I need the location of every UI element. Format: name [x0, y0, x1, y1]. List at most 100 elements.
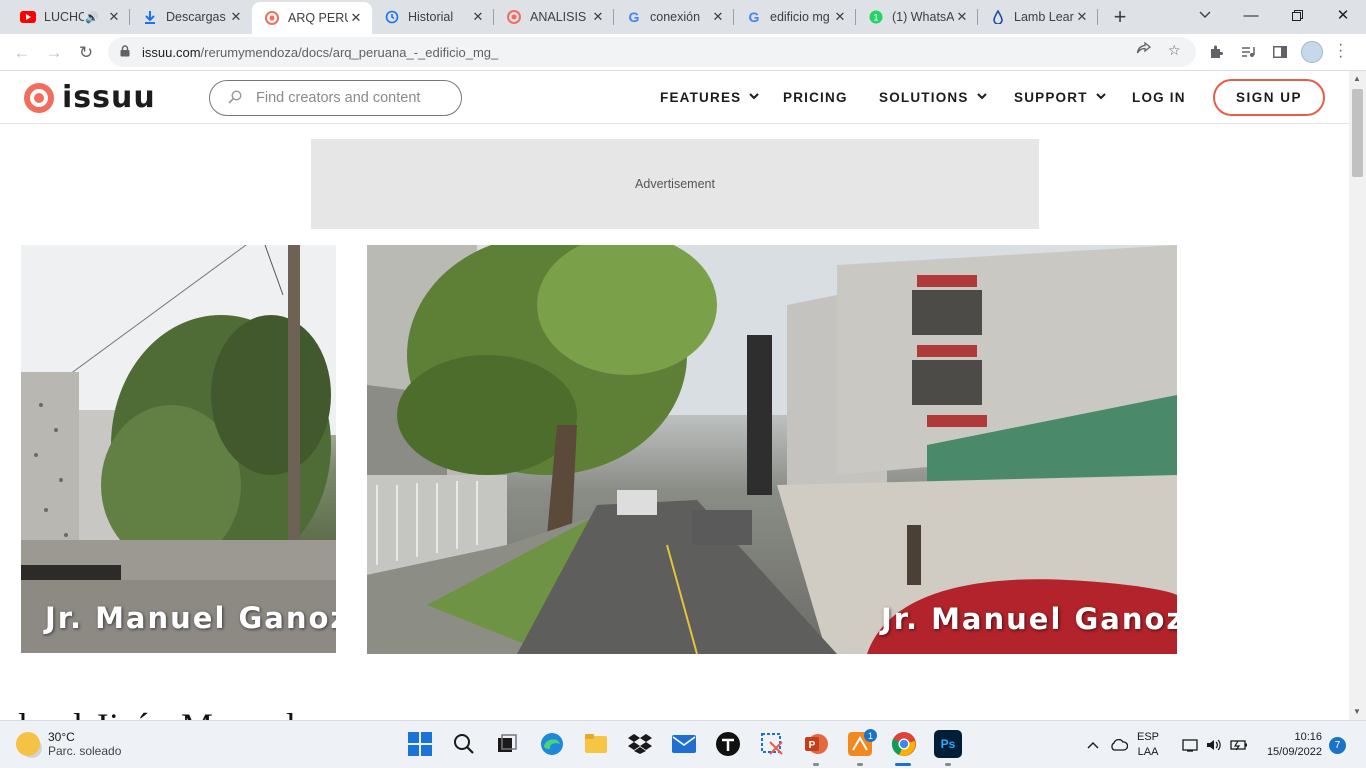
task-view-icon[interactable] [493, 730, 521, 758]
bookmark-star-icon[interactable]: ☆ [1168, 42, 1181, 59]
photoshop-icon[interactable]: Ps [934, 730, 962, 758]
profile-avatar[interactable] [1301, 41, 1323, 63]
url-text: issuu.com/rerumymendoza/docs/arq_peruana… [142, 45, 498, 60]
mail-icon[interactable] [670, 730, 698, 758]
restore-button[interactable] [1274, 0, 1320, 30]
clock-time: 10:16 [1294, 731, 1322, 743]
scroll-up-icon[interactable]: ▲ [1353, 74, 1361, 83]
side-panel-icon[interactable] [1269, 41, 1291, 63]
partly-sunny-icon [16, 732, 40, 756]
keyboard-layout: LAA [1137, 746, 1159, 758]
volume-icon[interactable] [1206, 721, 1222, 769]
input-language[interactable]: ESP LAA [1137, 730, 1159, 760]
close-tab-icon[interactable]: ✕ [470, 9, 486, 25]
chevron-down-icon [749, 92, 760, 103]
close-tab-icon[interactable]: ✕ [710, 9, 726, 25]
nav-pricing[interactable]: PRICING [783, 71, 848, 124]
share-icon[interactable] [1136, 41, 1152, 59]
svg-text:1: 1 [873, 13, 878, 23]
tab-history[interactable]: Historial ✕ [372, 0, 494, 34]
network-icon[interactable] [1182, 721, 1198, 769]
dropbox-icon[interactable] [626, 730, 654, 758]
powerpoint-icon[interactable]: P [802, 730, 830, 758]
close-tab-icon[interactable]: ✕ [954, 9, 970, 25]
chevron-down-icon [976, 92, 987, 103]
address-bar[interactable]: issuu.com/rerumymendoza/docs/arq_peruana… [108, 37, 1196, 67]
nav-solutions[interactable]: SOLUTIONS [879, 71, 987, 124]
tab-title: Descargas [166, 10, 226, 24]
battery-icon[interactable] [1230, 721, 1248, 769]
tab-downloads[interactable]: Descargas ✕ [130, 0, 252, 34]
search-input[interactable]: Find creators and content [209, 80, 462, 116]
onedrive-icon[interactable] [1110, 721, 1128, 769]
tray-overflow-chevron-icon[interactable] [1087, 721, 1099, 769]
edge-icon[interactable] [538, 730, 566, 758]
media-control-icon[interactable] [1237, 41, 1259, 63]
clock[interactable]: 10:16 15/09/2022 [1262, 730, 1322, 760]
signup-button[interactable]: SIGN UP [1213, 79, 1325, 116]
login-link[interactable]: LOG IN [1132, 71, 1186, 124]
search-placeholder: Find creators and content [256, 90, 421, 106]
history-icon [384, 9, 400, 25]
start-windows-icon[interactable] [406, 730, 434, 758]
forward-button[interactable]: → [40, 39, 68, 67]
url-host: issuu.com [142, 44, 201, 60]
lamb-icon [990, 9, 1006, 25]
close-tab-icon[interactable]: ✕ [1074, 9, 1090, 25]
weather-widget[interactable]: 30°C Parc. soleado [16, 730, 121, 758]
page-scrollbar[interactable]: ▲ ▼ [1349, 71, 1366, 720]
tab-search-chevron-icon[interactable] [1182, 0, 1228, 30]
close-tab-icon[interactable]: ✕ [106, 9, 122, 25]
close-tab-icon[interactable]: ✕ [228, 9, 244, 25]
minimize-button[interactable]: — [1228, 0, 1274, 30]
taskbar: 30°C Parc. soleado P 1 Ps ESP LAA 10:16 15… [0, 720, 1366, 768]
download-icon [142, 9, 158, 25]
reload-button[interactable]: ↻ [72, 39, 100, 67]
nav-support[interactable]: SUPPORT [1014, 71, 1106, 124]
nav-support-label: SUPPORT [1014, 90, 1088, 105]
close-window-button[interactable]: ✕ [1320, 0, 1366, 30]
language-code: ESP [1137, 731, 1160, 743]
capcut-icon[interactable] [714, 730, 742, 758]
tab-lamb-lear[interactable]: Lamb Lear ✕ [978, 0, 1098, 34]
tab-title: ARQ PERU [288, 11, 348, 25]
close-tab-icon[interactable]: ✕ [348, 10, 364, 26]
google-icon: G [628, 9, 640, 25]
issuu-logo-mark-icon [24, 83, 54, 113]
nav-features[interactable]: FEATURES [660, 71, 760, 124]
new-tab-button[interactable]: + [1108, 4, 1132, 30]
back-button[interactable]: ← [8, 39, 36, 67]
close-tab-icon[interactable]: ✕ [832, 9, 848, 25]
tab-youtube[interactable]: LUCHO 🔊 ✕ [8, 0, 130, 34]
lock-icon[interactable] [120, 44, 132, 60]
scrollbar-thumb[interactable] [1352, 89, 1363, 177]
file-explorer-icon[interactable] [582, 730, 610, 758]
street-photo-right: Jr. Manuel Ganoza [367, 245, 1177, 654]
issuu-icon [264, 10, 280, 26]
tab-title: LUCHO [44, 10, 84, 24]
app-badge: 1 [864, 729, 877, 742]
advertisement-slot[interactable]: Advertisement [311, 139, 1039, 229]
weather-description: Parc. soleado [48, 744, 122, 758]
tab-title: ANALISIS [530, 10, 587, 24]
issuu-logo[interactable]: issuu [24, 83, 156, 113]
close-tab-icon[interactable]: ✕ [590, 9, 606, 25]
page-viewport: issuu Find creators and content FEATURES… [0, 71, 1349, 720]
snipping-tool-icon[interactable] [758, 730, 786, 758]
tab-title: edificio mg [770, 10, 830, 24]
extensions-icon[interactable] [1205, 41, 1227, 63]
tab-arq-peru[interactable]: ARQ PERU ✕ [252, 2, 372, 34]
browser-menu-icon[interactable]: · · · [1338, 37, 1343, 65]
issuu-icon [506, 9, 522, 25]
chrome-icon[interactable] [890, 730, 918, 758]
tab-title: (1) WhatsA [892, 10, 954, 24]
tab-analisis[interactable]: ANALISIS ✕ [494, 0, 614, 34]
speaker-icon[interactable]: 🔊 [84, 9, 100, 25]
tab-conexion[interactable]: G conexión ✕ [614, 0, 734, 34]
tab-edificio[interactable]: G edificio mg ✕ [734, 0, 856, 34]
notification-badge[interactable]: 7 [1329, 737, 1346, 754]
search-icon[interactable] [450, 730, 478, 758]
tab-title: Lamb Lear [1014, 10, 1074, 24]
tab-whatsapp[interactable]: 1 (1) WhatsA ✕ [856, 0, 978, 34]
scroll-down-icon[interactable]: ▼ [1353, 707, 1361, 716]
